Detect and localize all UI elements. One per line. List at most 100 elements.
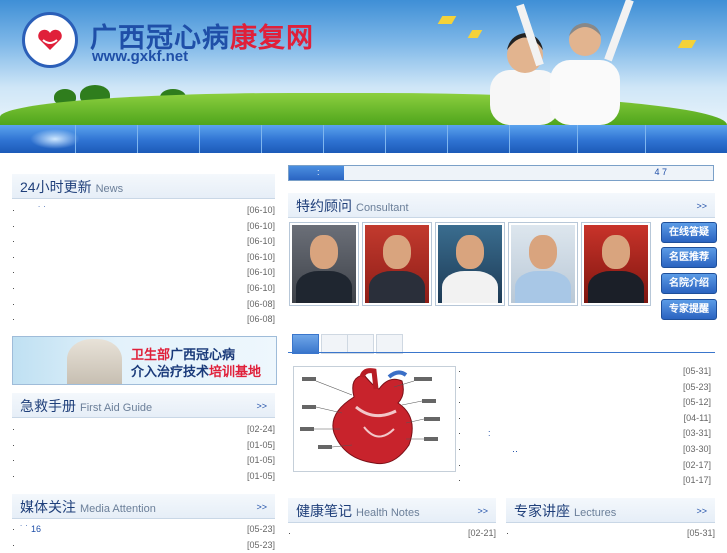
nav-item[interactable] xyxy=(0,125,76,153)
list-item[interactable]: · [02-17] xyxy=(458,458,711,474)
bullet-icon: · xyxy=(12,424,15,434)
online-qa-button[interactable]: 在线答疑 xyxy=(661,222,717,243)
hospital-intro-button[interactable]: 名院介绍 xyxy=(661,273,717,294)
news-list: · ˙ ˙ [06-10] · [06-10] · [06-10] · [06-10] ·… xyxy=(12,203,275,328)
bullet-icon: · xyxy=(458,397,461,408)
list-item[interactable]: · [05-23] xyxy=(458,380,711,396)
more-link[interactable]: >> xyxy=(477,506,488,516)
list-item[interactable]: · ‥ [03-30] xyxy=(458,442,711,458)
site-header: 广西冠心病康复网 www.gxkf.net xyxy=(0,0,727,125)
nav-item[interactable] xyxy=(199,125,262,153)
list-item-date: [05-23] xyxy=(246,539,275,550)
nav-item[interactable] xyxy=(577,125,646,153)
list-item-title[interactable]: ˙ ˙ 16 xyxy=(20,522,41,538)
list-item[interactable]: · ˙ ˙ 16 [05-23] xyxy=(12,522,275,538)
list-item-title[interactable]: ‥ xyxy=(512,442,518,458)
bullet-icon: · xyxy=(12,220,15,231)
media-title-cn: 媒体关注 xyxy=(20,499,76,515)
tab[interactable] xyxy=(321,334,348,354)
news-title-cn: 24小时更新 xyxy=(20,179,92,195)
list-item[interactable]: · [04-11] xyxy=(458,411,711,427)
tab[interactable] xyxy=(347,334,374,354)
list-item-date: [01-05] xyxy=(246,470,275,481)
consultant-photo[interactable] xyxy=(581,222,651,306)
site-logo[interactable] xyxy=(22,12,78,68)
list-item-title[interactable]: : xyxy=(488,426,491,442)
list-item[interactable]: · [01-05] xyxy=(12,469,275,485)
nav-item[interactable] xyxy=(509,125,578,153)
list-item-date: [02-24] xyxy=(246,424,275,434)
news-title-en: News xyxy=(95,183,124,195)
first-aid-title: 急救手册 First Aid Guide xyxy=(20,396,152,416)
list-item[interactable]: ·: [03-31] xyxy=(458,426,711,442)
famous-doctor-button[interactable]: 名医推荐 xyxy=(661,247,717,268)
nav-item[interactable] xyxy=(385,125,448,153)
nav-item[interactable] xyxy=(447,125,510,153)
consultant-photo[interactable] xyxy=(435,222,505,306)
list-item[interactable]: · [05-31] xyxy=(458,364,711,380)
list-item-date: [06-10] xyxy=(246,251,275,262)
banner-line1-red: 卫生部 xyxy=(131,347,171,362)
list-item[interactable]: · [06-08] xyxy=(12,297,275,313)
list-item[interactable]: · [01-05] xyxy=(12,453,275,469)
bullet-icon: · xyxy=(12,236,15,247)
bullet-icon: · xyxy=(12,455,15,466)
nav-item[interactable] xyxy=(323,125,386,153)
list-item[interactable]: · [01-17] xyxy=(458,473,711,489)
bullet-icon: · xyxy=(12,267,15,278)
list-item-title[interactable]: ˙ ˙ xyxy=(38,203,47,219)
list-item-date: [03-30] xyxy=(682,443,711,454)
tab[interactable] xyxy=(292,334,319,354)
bullet-icon: · xyxy=(458,475,461,486)
bullet-icon: · xyxy=(458,412,461,423)
lectures-panel-title: 专家讲座 Lectures >> xyxy=(506,498,715,523)
list-item[interactable]: · [05-31] xyxy=(506,526,715,542)
first-aid-panel-title: 急救手册 First Aid Guide >> xyxy=(12,393,275,418)
expert-reminder-button[interactable]: 专家提醒 xyxy=(661,299,717,320)
bullet-icon: · xyxy=(12,314,15,325)
tab[interactable] xyxy=(376,334,403,354)
nav-item[interactable] xyxy=(75,125,138,153)
health-notes-list: · [02-21] xyxy=(288,526,496,542)
list-item[interactable]: · [06-10] xyxy=(12,250,275,266)
banner-line1-blue: 广西冠心病 xyxy=(170,347,236,362)
list-item-date: [01-05] xyxy=(246,455,275,466)
list-item[interactable]: · ˙ ˙ [06-10] xyxy=(12,203,275,219)
bullet-icon: · xyxy=(506,528,509,538)
consultant-title-en: Consultant xyxy=(356,202,409,214)
list-item[interactable]: · [06-10] xyxy=(12,265,275,281)
heart-anatomy-image[interactable] xyxy=(293,366,456,472)
more-link[interactable]: >> xyxy=(256,401,267,411)
bullet-icon: · xyxy=(458,381,461,392)
list-item[interactable]: · [06-08] xyxy=(12,312,275,328)
list-item[interactable]: · [01-05] xyxy=(12,438,275,454)
bullet-icon: · xyxy=(458,459,461,470)
news-title: 24小时更新 News xyxy=(20,177,123,197)
list-item[interactable]: · [02-21] xyxy=(288,526,496,542)
bullet-icon: · xyxy=(12,539,15,550)
vote-progress-bar[interactable]: : 4 7 xyxy=(288,165,714,181)
nav-item[interactable] xyxy=(137,125,200,153)
more-link[interactable]: >> xyxy=(696,506,707,516)
health-notes-title-cn: 健康笔记 xyxy=(296,503,352,519)
list-item[interactable]: · [06-10] xyxy=(12,219,275,235)
health-notes-title-en: Health Notes xyxy=(356,507,420,519)
training-base-banner[interactable]: 卫生部广西冠心病 介入治疗技术培训基地 xyxy=(12,336,277,385)
more-link[interactable]: >> xyxy=(696,201,707,211)
list-item-date: [02-17] xyxy=(682,459,711,470)
nav-item[interactable] xyxy=(261,125,324,153)
consultant-photo[interactable] xyxy=(362,222,432,306)
list-item[interactable]: · [05-12] xyxy=(458,395,711,411)
bullet-icon: · xyxy=(12,524,15,534)
doctor-image xyxy=(67,339,122,384)
list-item[interactable]: · [06-10] xyxy=(12,234,275,250)
nav-item[interactable] xyxy=(645,125,727,153)
more-link[interactable]: >> xyxy=(256,502,267,512)
health-notes-panel-title: 健康笔记 Health Notes >> xyxy=(288,498,496,523)
list-item[interactable]: · [05-23] xyxy=(12,538,275,553)
consultant-photo[interactable] xyxy=(508,222,578,306)
list-item[interactable]: · [06-10] xyxy=(12,281,275,297)
tab-underline xyxy=(288,352,715,353)
list-item[interactable]: · [02-24] xyxy=(12,422,275,438)
consultant-photo[interactable] xyxy=(289,222,359,306)
